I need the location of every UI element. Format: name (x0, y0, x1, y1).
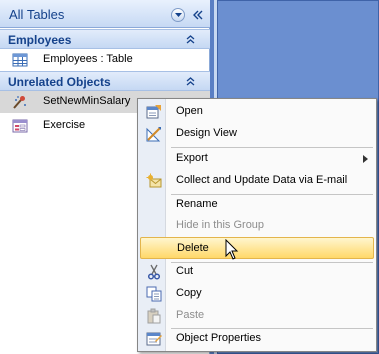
menu-item-rename[interactable]: Rename (140, 195, 374, 215)
nav-item-label: Employees : Table (43, 53, 133, 65)
nav-pane-header[interactable]: All Tables (0, 0, 210, 28)
collapse-group-icon[interactable] (185, 76, 196, 87)
update-query-icon (13, 96, 26, 109)
shutter-collapse-icon[interactable] (192, 9, 204, 21)
group-header-employees[interactable]: Employees (0, 29, 210, 49)
nav-item-label: SetNewMinSalary (43, 95, 131, 107)
menu-item-label: Collect and Update Data via E-mail (176, 174, 348, 186)
menu-item-paste: Paste (140, 306, 374, 326)
menu-item-label: Rename (176, 198, 218, 210)
menu-separator (171, 147, 373, 148)
table-icon (12, 53, 28, 67)
chevron-down-icon (175, 13, 182, 17)
group-header-unrelated-objects[interactable]: Unrelated Objects (0, 71, 210, 91)
collect-data-icon (146, 173, 162, 188)
nav-item-employees-table[interactable]: Employees : Table (0, 49, 210, 71)
menu-item-copy[interactable]: Copy (140, 284, 374, 304)
menu-item-delete[interactable]: Delete (140, 237, 374, 259)
menu-item-label: Open (176, 105, 203, 117)
menu-item-cut[interactable]: Cut (140, 262, 374, 282)
properties-icon (146, 332, 162, 346)
mouse-pointer-icon (225, 239, 239, 260)
menu-item-export[interactable]: Export (140, 149, 374, 169)
menu-item-design-view[interactable]: Design View (140, 124, 374, 144)
form-icon (12, 119, 28, 133)
design-view-icon (146, 127, 161, 142)
scissors-icon (147, 264, 161, 280)
group-label: Employees (8, 33, 72, 47)
group-label: Unrelated Objects (8, 75, 111, 89)
open-icon (146, 105, 161, 119)
nav-dropdown-button[interactable] (171, 8, 185, 22)
menu-item-open[interactable]: Open (140, 102, 374, 122)
menu-item-label: Copy (176, 287, 202, 299)
menu-item-label: Design View (176, 127, 237, 139)
submenu-arrow-icon (363, 155, 368, 163)
menu-item-label: Paste (176, 309, 205, 321)
collapse-group-icon[interactable] (185, 34, 196, 45)
menu-item-label: Delete (177, 242, 209, 254)
copy-icon (146, 286, 162, 302)
menu-item-label: Export (176, 152, 208, 164)
menu-item-label: Hide in this Group (176, 219, 265, 231)
nav-item-label: Exercise (43, 119, 86, 131)
menu-item-label: Object Properties (176, 332, 261, 344)
nav-pane-title[interactable]: All Tables (9, 7, 64, 22)
menu-item-object-properties[interactable]: Object Properties (140, 329, 374, 349)
menu-item-label: Cut (176, 265, 194, 277)
paste-icon (147, 308, 161, 324)
context-menu: Open Design View Export Collect and Upda… (137, 98, 377, 352)
menu-item-hide-in-group: Hide in this Group (140, 216, 374, 236)
menu-item-collect-update-data[interactable]: Collect and Update Data via E-mail (140, 171, 374, 191)
